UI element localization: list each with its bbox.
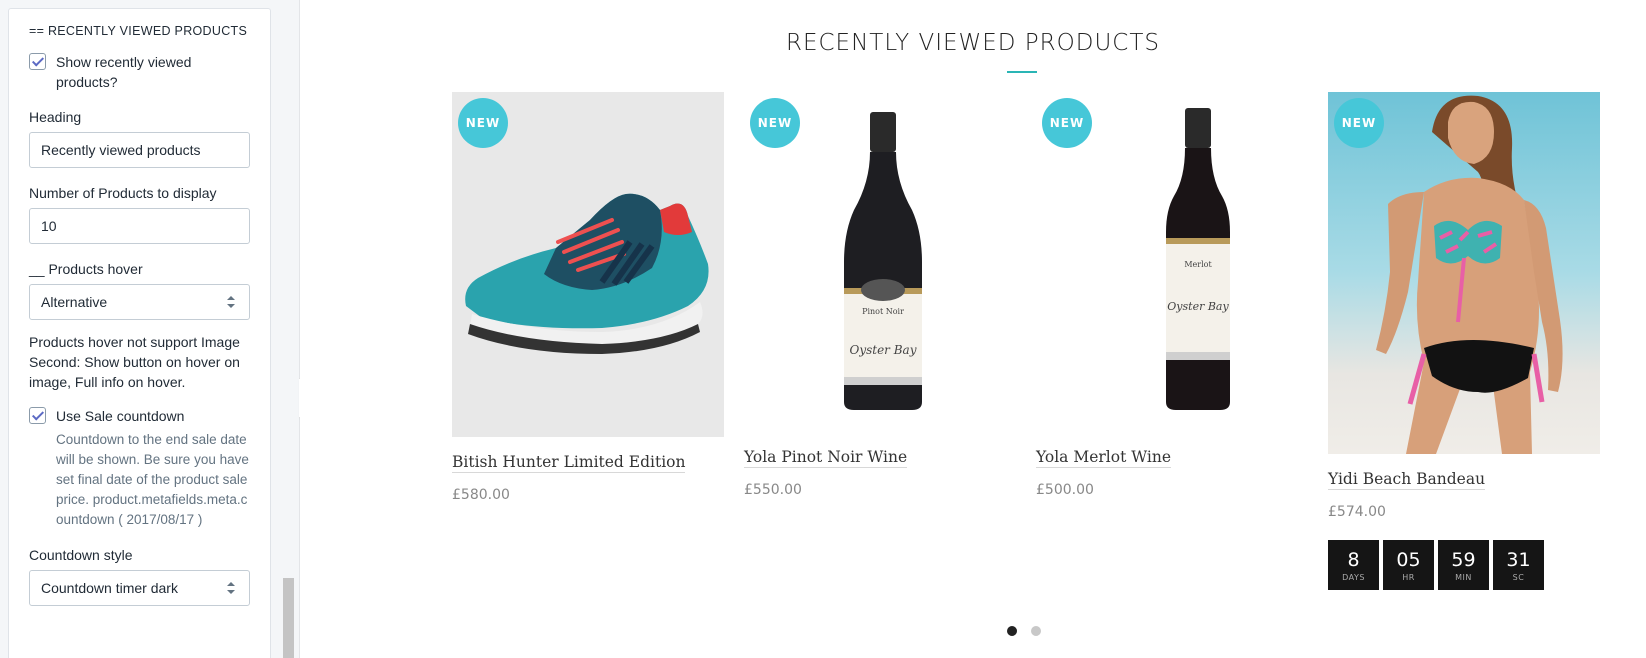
countdown-style-value: Countdown timer dark [41,580,178,596]
heading-label: Heading [29,109,82,125]
countdown-seconds-unit: SC [1512,572,1525,582]
new-badge: NEW [1042,98,1092,148]
product-image-link[interactable]: NEW Merlot Oyster Bay [1036,92,1308,432]
countdown-style-select[interactable]: Countdown timer dark [29,570,250,606]
sale-countdown-label: Use Sale countdown [56,408,185,424]
sale-countdown: 8 DAYS 05 HR 59 MIN 31 SC [1328,540,1600,590]
countdown-hours: 05 HR [1383,540,1434,590]
product-card[interactable]: NEW Bitish Hunter Limited Edition £580.0… [452,92,724,503]
num-products-label: Number of Products to display [29,185,217,201]
product-card[interactable]: NEW Pinot Noir Oyster Bay Yola Pinot Noi… [744,92,1016,498]
product-price: £550.00 [744,482,802,498]
new-badge: NEW [458,98,508,148]
products-hover-help: Products hover not support Image Second:… [29,334,240,390]
select-arrows-icon [227,582,235,594]
countdown-seconds: 31 SC [1493,540,1544,590]
show-recently-viewed-label: Show recently viewed products? [56,54,192,90]
countdown-style-label: Countdown style [29,547,133,563]
sale-countdown-checkbox[interactable] [29,407,46,424]
heading-input[interactable]: Recently viewed products [29,132,250,168]
countdown-days: 8 DAYS [1328,540,1379,590]
sidebar-scrollbar-track[interactable] [282,0,294,658]
svg-text:Oyster Bay: Oyster Bay [849,343,916,357]
product-title-link[interactable]: Yola Pinot Noir Wine [744,448,908,468]
num-products-input[interactable]: 10 [29,208,250,244]
beach-model-image [1376,95,1563,454]
product-card[interactable]: NEW Yidi Beach Bandeau £574.00 8 DAYS 05… [1328,92,1600,590]
svg-text:Oyster Bay: Oyster Bay [1167,300,1229,313]
new-badge: NEW [1334,98,1384,148]
product-image-link[interactable]: NEW [1328,92,1600,454]
product-price: £500.00 [1036,482,1094,498]
countdown-minutes: 59 MIN [1438,540,1489,590]
product-title-link[interactable]: Yidi Beach Bandeau [1328,470,1486,490]
products-hover-select[interactable]: Alternative [29,284,250,320]
show-recently-viewed-checkbox-row[interactable]: Show recently viewed products? [29,52,250,92]
heading-input-value: Recently viewed products [41,142,201,158]
sidebar-scrollbar-thumb[interactable] [283,578,294,658]
product-price: £574.00 [1328,504,1386,520]
storefront-preview: RECENTLY VIEWED PRODUCTS NEW Bitish Hunt… [300,0,1646,658]
sale-countdown-checkbox-row[interactable]: Use Sale countdown [29,406,250,426]
countdown-minutes-unit: MIN [1455,572,1472,582]
heading-underline [1007,71,1037,73]
products-hover-value: Alternative [41,294,108,310]
countdown-minutes-value: 59 [1451,548,1476,571]
product-title-link[interactable]: Bitish Hunter Limited Edition [452,453,686,473]
section-title: == RECENTLY VIEWED PRODUCTS [29,24,248,38]
carousel-pagination [1007,626,1055,636]
product-price: £580.00 [452,487,510,503]
countdown-days-value: 8 [1347,548,1360,571]
product-image-link[interactable]: NEW [452,92,724,437]
select-arrows-icon [227,296,235,308]
settings-panel: == RECENTLY VIEWED PRODUCTS Show recentl… [8,8,271,658]
product-image-link[interactable]: NEW Pinot Noir Oyster Bay [744,92,1016,432]
new-badge: NEW [750,98,800,148]
svg-text:Pinot Noir: Pinot Noir [862,307,904,316]
product-card[interactable]: NEW Merlot Oyster Bay Yola Merlot Wine £… [1036,92,1308,498]
carousel-dot-1[interactable] [1007,626,1017,636]
countdown-hours-unit: HR [1402,572,1415,582]
countdown-seconds-value: 31 [1506,548,1531,571]
show-recently-viewed-checkbox[interactable] [29,53,46,70]
theme-settings-sidebar: == RECENTLY VIEWED PRODUCTS Show recentl… [0,0,300,658]
countdown-days-unit: DAYS [1342,572,1365,582]
products-hover-label: __ Products hover [29,261,143,277]
product-title-link[interactable]: Yola Merlot Wine [1036,448,1172,468]
svg-text:Merlot: Merlot [1184,260,1212,269]
section-heading: RECENTLY VIEWED PRODUCTS [785,30,1161,56]
countdown-hours-value: 05 [1396,548,1421,571]
sale-countdown-info: Countdown to the end sale date will be s… [56,432,249,527]
carousel-dot-2[interactable] [1031,626,1041,636]
num-products-value: 10 [41,218,57,234]
